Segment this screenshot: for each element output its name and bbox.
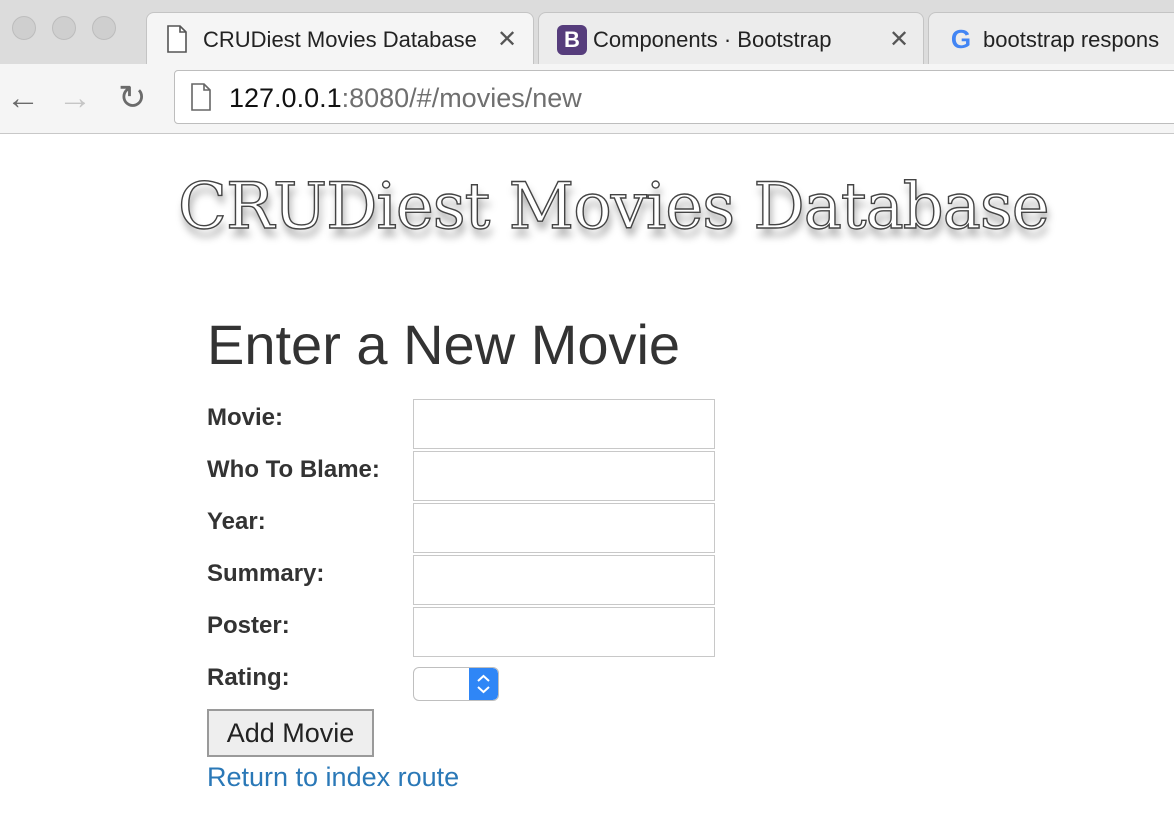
forward-arrow-icon[interactable]: → bbox=[58, 78, 92, 118]
year-label: Year: bbox=[207, 508, 266, 535]
window-maximize-button[interactable] bbox=[92, 16, 116, 40]
year-input[interactable] bbox=[413, 503, 715, 553]
summary-label: Summary: bbox=[207, 560, 325, 587]
tab-bootstrap-components[interactable]: B Components · Bootstrap ✕ bbox=[538, 12, 924, 64]
add-movie-button[interactable]: Add Movie bbox=[207, 709, 374, 757]
who-to-blame-label: Who To Blame: bbox=[207, 456, 380, 483]
rating-label: Rating: bbox=[207, 664, 290, 691]
window-minimize-button[interactable] bbox=[52, 16, 76, 40]
url-host: 127.0.0.1 bbox=[229, 83, 342, 113]
window-close-button[interactable] bbox=[12, 16, 36, 40]
close-icon[interactable]: ✕ bbox=[497, 25, 517, 54]
tab-crudiest-movies[interactable]: CRUDiest Movies Database ✕ bbox=[146, 12, 534, 64]
form-heading: Enter a New Movie bbox=[207, 313, 681, 376]
close-icon[interactable]: ✕ bbox=[889, 25, 909, 54]
url-text: 127.0.0.1:8080/#/movies/new bbox=[229, 83, 582, 114]
summary-input[interactable] bbox=[413, 555, 715, 605]
page-icon bbox=[191, 83, 211, 111]
movie-label: Movie: bbox=[207, 404, 284, 431]
back-arrow-icon[interactable]: ← bbox=[6, 78, 40, 118]
return-to-index-link[interactable]: Return to index route bbox=[207, 762, 459, 793]
poster-label: Poster: bbox=[207, 612, 290, 639]
tab-google-search[interactable]: G bootstrap respons bbox=[928, 12, 1174, 64]
select-chevrons-icon bbox=[469, 668, 498, 700]
page-icon bbox=[167, 25, 187, 53]
address-bar[interactable]: 127.0.0.1:8080/#/movies/new bbox=[174, 70, 1174, 124]
tab-title: bootstrap respons bbox=[983, 27, 1160, 52]
who-to-blame-input[interactable] bbox=[413, 451, 715, 501]
site-title: CRUDiest Movies Database bbox=[177, 169, 1050, 244]
reload-icon[interactable]: ↻ bbox=[118, 78, 147, 118]
poster-input[interactable] bbox=[413, 607, 715, 657]
url-path: :8080/#/movies/new bbox=[341, 83, 582, 113]
movie-input[interactable] bbox=[413, 399, 715, 449]
rating-select[interactable] bbox=[413, 667, 499, 701]
browser-toolbar: ← → ↻ 127.0.0.1:8080/#/movies/new bbox=[0, 64, 1174, 134]
bootstrap-b-icon: B bbox=[557, 25, 587, 55]
google-g-icon: G bbox=[950, 24, 972, 54]
tab-title: Components · Bootstrap bbox=[593, 27, 832, 52]
tab-title: CRUDiest Movies Database bbox=[203, 27, 477, 52]
browser-tab-strip: CRUDiest Movies Database ✕ B Components … bbox=[0, 0, 1174, 64]
